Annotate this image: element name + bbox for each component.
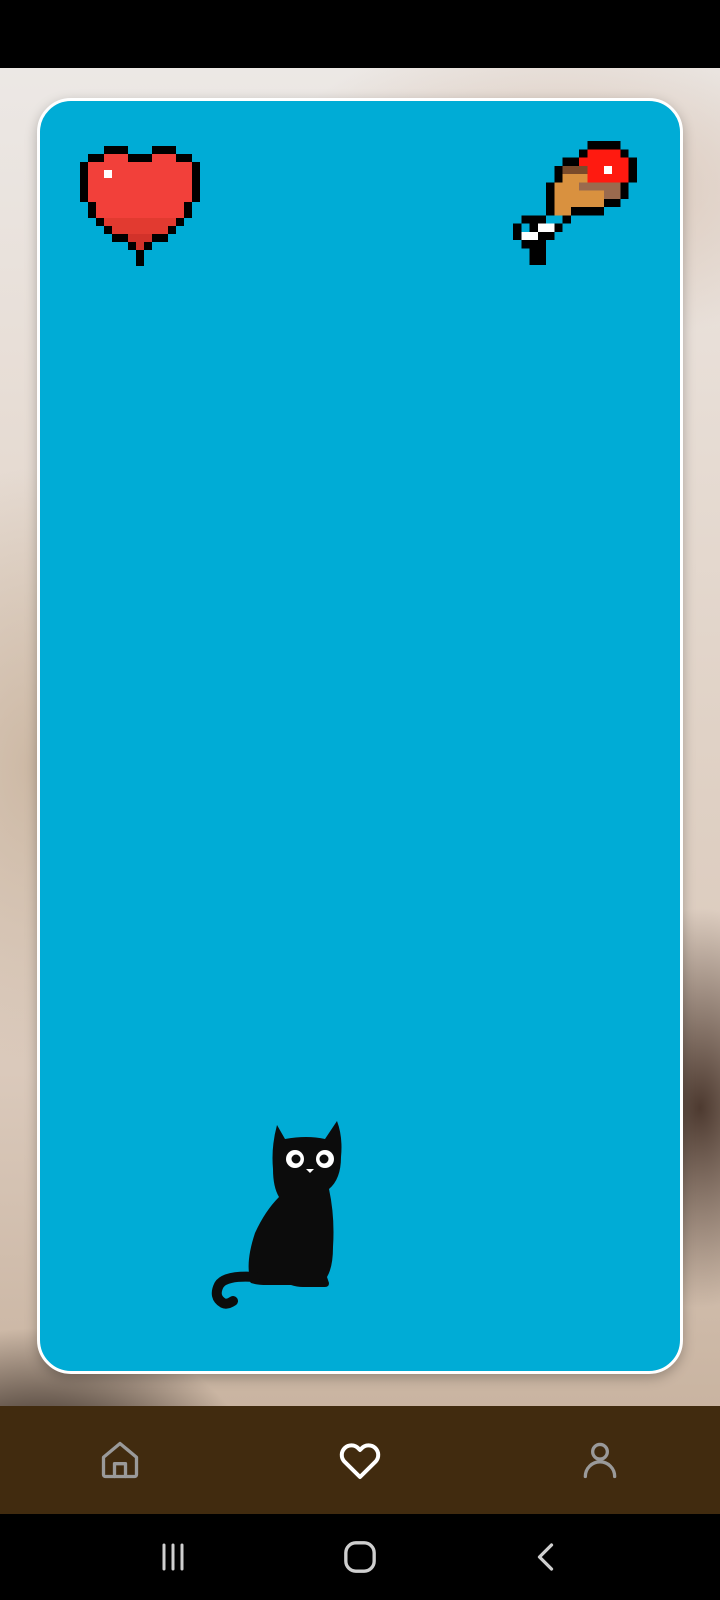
black-cat-sitting[interactable] xyxy=(207,1117,347,1317)
nav-favorites-button[interactable] xyxy=(300,1410,420,1510)
back-button[interactable] xyxy=(507,1517,587,1597)
nav-home-button[interactable] xyxy=(60,1410,180,1510)
heart-outline-icon xyxy=(339,1443,381,1479)
user-icon xyxy=(583,1442,617,1479)
pixel-heart-icon xyxy=(80,146,200,266)
status-bar xyxy=(0,0,720,68)
game-area[interactable] xyxy=(37,98,683,1374)
recents-button[interactable] xyxy=(133,1517,213,1597)
back-icon xyxy=(537,1543,553,1571)
recents-icon xyxy=(162,1543,184,1571)
pixel-drumstick-icon xyxy=(513,141,637,265)
nav-profile-button[interactable] xyxy=(540,1410,660,1510)
system-home-button[interactable] xyxy=(320,1517,400,1597)
home-circle-icon xyxy=(344,1541,376,1573)
system-navigation-bar xyxy=(0,1514,720,1600)
home-icon xyxy=(101,1441,139,1479)
bottom-navigation xyxy=(0,1406,720,1514)
